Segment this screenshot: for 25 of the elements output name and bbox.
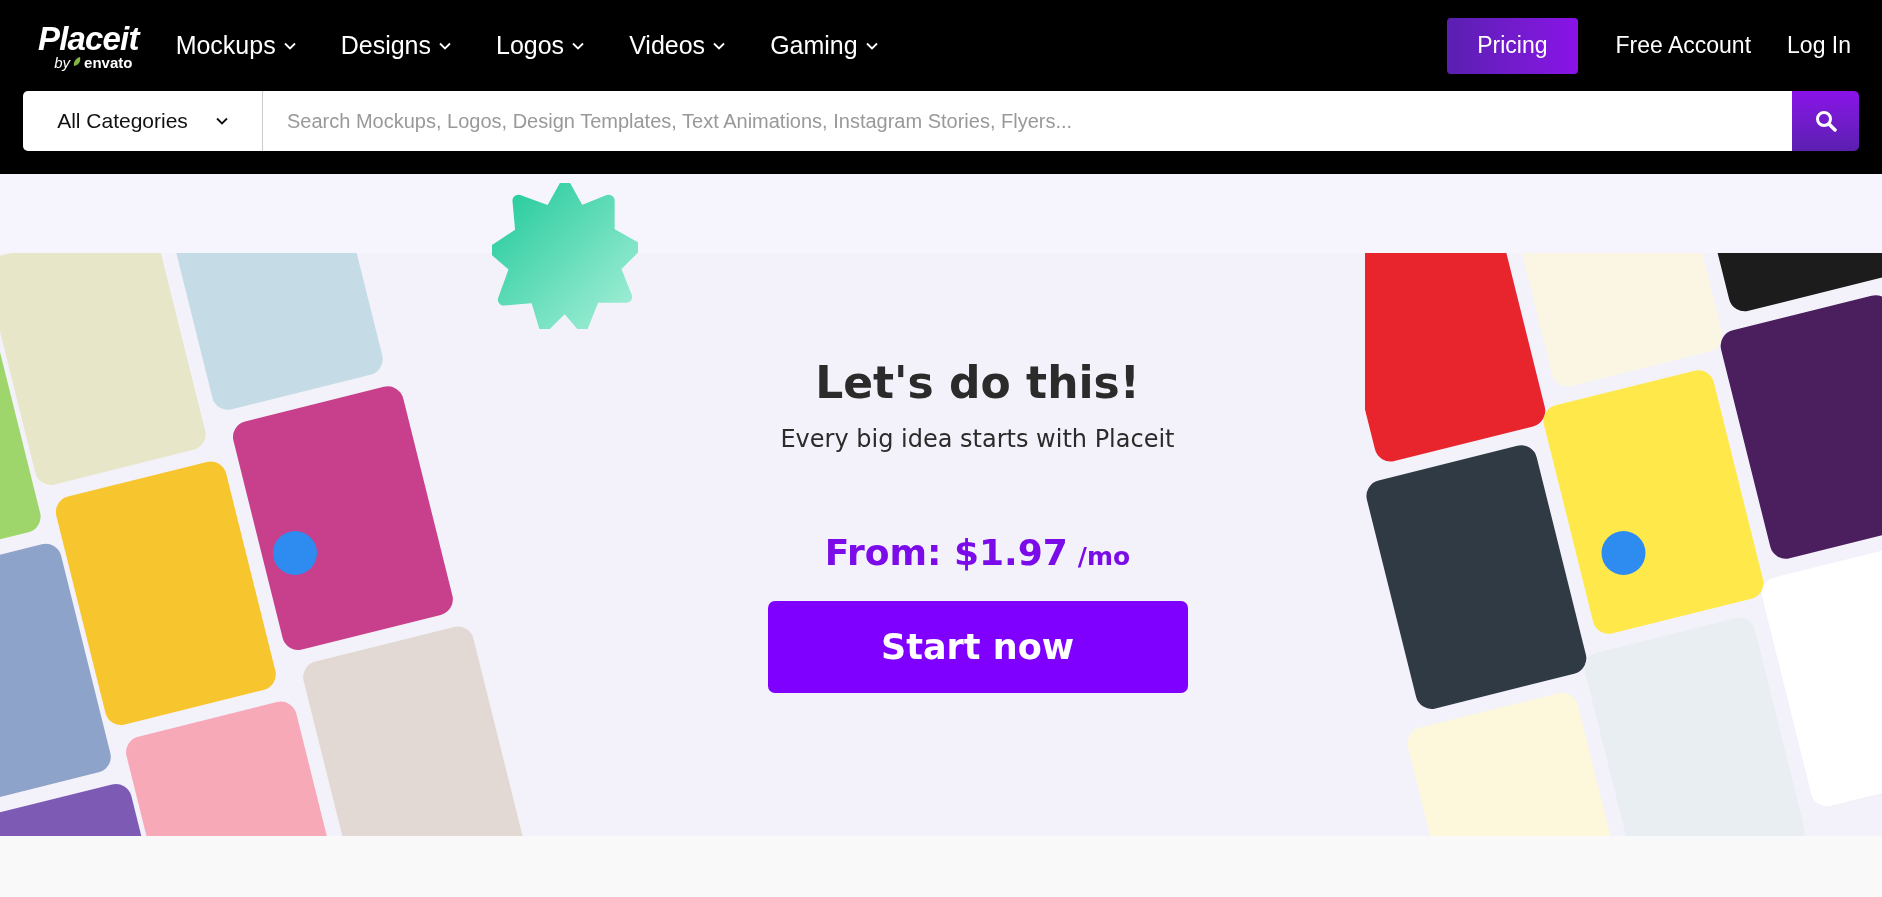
pricing-button[interactable]: Pricing bbox=[1447, 17, 1578, 74]
hero-title: Let's do this! bbox=[815, 361, 1140, 405]
category-dropdown[interactable]: All Categories bbox=[23, 91, 263, 151]
nav-menu[interactable]: Designs bbox=[340, 26, 451, 65]
log-in-link[interactable]: Log In bbox=[1787, 28, 1851, 63]
chevron-down-icon bbox=[865, 41, 878, 50]
free-account-link[interactable]: Free Account bbox=[1615, 28, 1752, 63]
nav-menu[interactable]: Mockups bbox=[175, 26, 296, 65]
start-now-button[interactable]: Start now bbox=[767, 601, 1188, 693]
search-button[interactable] bbox=[1792, 91, 1859, 151]
chevron-down-icon bbox=[439, 41, 451, 50]
leaf-icon bbox=[73, 57, 82, 67]
nav-menu[interactable]: Gaming bbox=[770, 26, 878, 65]
hero-subtitle: Every big idea starts with Placeit bbox=[780, 427, 1175, 451]
chevron-down-icon bbox=[713, 41, 726, 50]
nav-menu[interactable]: Logos bbox=[496, 26, 585, 65]
search-field[interactable]: Search Mockups, Logos, Design Templates, Text Animations, Instagram Stories, Flyers... bbox=[263, 91, 1792, 151]
price: From: $1.97 bbox=[824, 535, 1068, 571]
nav-menu[interactable]: Videos bbox=[629, 26, 726, 65]
chevron-down-icon bbox=[215, 117, 228, 125]
chevron-down-icon bbox=[572, 41, 585, 50]
logo[interactable]: Placeit by envato bbox=[38, 21, 139, 70]
price-period: /mo bbox=[1077, 544, 1131, 569]
search-icon bbox=[1814, 110, 1837, 132]
chevron-down-icon bbox=[283, 41, 296, 50]
